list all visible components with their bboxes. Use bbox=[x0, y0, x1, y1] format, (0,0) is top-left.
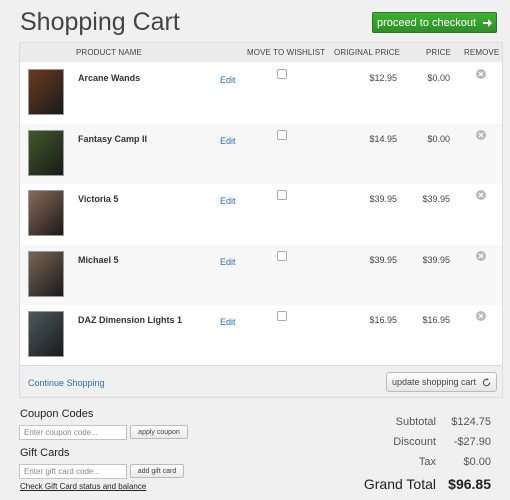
product-thumbnail[interactable] bbox=[28, 311, 64, 358]
move-to-wishlist-checkbox[interactable] bbox=[277, 190, 287, 201]
product-thumbnail[interactable] bbox=[28, 129, 64, 176]
add-gift-card-button[interactable]: add gift card bbox=[130, 464, 184, 478]
remove-icon[interactable] bbox=[476, 129, 486, 140]
move-to-wishlist-checkbox[interactable] bbox=[277, 311, 287, 322]
remove-icon[interactable] bbox=[476, 190, 486, 201]
header-price: PRICE bbox=[426, 48, 451, 57]
cart-table: PRODUCT NAME MOVE TO WISHLIST ORIGINAL P… bbox=[19, 42, 503, 398]
table-row: Victoria 5 Edit $39.95 $39.95 bbox=[20, 184, 502, 245]
tax-value: $0.00 bbox=[463, 456, 491, 468]
original-price: $39.95 bbox=[369, 194, 397, 205]
check-gift-card-link[interactable]: Check Gift Card status and balance bbox=[20, 482, 146, 491]
proceed-to-checkout-button[interactable]: proceed to checkout bbox=[372, 12, 497, 33]
product-name[interactable]: Michael 5 bbox=[78, 255, 119, 265]
product-name[interactable]: Victoria 5 bbox=[78, 194, 118, 204]
coupon-code-input[interactable]: Enter coupon code... bbox=[19, 425, 127, 440]
edit-link[interactable]: Edit bbox=[220, 136, 236, 146]
edit-link[interactable]: Edit bbox=[220, 317, 236, 327]
move-to-wishlist-checkbox[interactable] bbox=[277, 250, 287, 261]
remove-icon[interactable] bbox=[476, 311, 486, 322]
continue-shopping-link[interactable]: Continue Shopping bbox=[28, 378, 105, 388]
cart-footer: Continue Shopping update shopping cart bbox=[20, 365, 502, 397]
discount-label: Discount bbox=[393, 436, 436, 448]
table-header: PRODUCT NAME MOVE TO WISHLIST ORIGINAL P… bbox=[20, 43, 502, 62]
edit-link[interactable]: Edit bbox=[220, 75, 236, 85]
edit-link[interactable]: Edit bbox=[220, 257, 236, 267]
update-shopping-cart-button[interactable]: update shopping cart bbox=[386, 372, 497, 392]
subtotal-label: Subtotal bbox=[395, 416, 436, 428]
header-move-to-wishlist: MOVE TO WISHLIST bbox=[247, 48, 326, 57]
original-price: $12.95 bbox=[369, 73, 397, 83]
product-thumbnail[interactable] bbox=[28, 69, 64, 115]
subtotal-value: $124.75 bbox=[451, 416, 491, 428]
table-row: Fantasy Camp II Edit $14.95 $0.00 bbox=[20, 123, 502, 184]
move-to-wishlist-checkbox[interactable] bbox=[277, 129, 287, 140]
grand-total-label: Grand Total bbox=[363, 476, 436, 492]
price: $0.00 bbox=[427, 73, 450, 83]
price: $39.95 bbox=[422, 194, 450, 205]
refresh-icon bbox=[482, 377, 491, 386]
original-price: $14.95 bbox=[369, 133, 397, 144]
table-row: Michael 5 Edit $39.95 $39.95 bbox=[20, 244, 502, 305]
edit-link[interactable]: Edit bbox=[220, 196, 236, 206]
update-label: update shopping cart bbox=[391, 377, 477, 387]
table-row: Arcane Wands Edit $12.95 $0.00 bbox=[20, 63, 502, 123]
header-original-price: ORIGINAL PRICE bbox=[334, 48, 401, 57]
original-price: $39.95 bbox=[369, 254, 397, 265]
arrow-right-icon bbox=[483, 18, 493, 27]
product-thumbnail[interactable] bbox=[28, 250, 64, 297]
remove-icon[interactable] bbox=[476, 250, 486, 261]
gift-card-input[interactable]: Enter gift card code... bbox=[19, 464, 127, 479]
discount-value: -$27.90 bbox=[453, 436, 491, 448]
coupon-codes-label: Coupon Codes bbox=[20, 408, 94, 420]
checkout-label: proceed to checkout bbox=[376, 16, 477, 29]
original-price: $16.95 bbox=[369, 315, 397, 326]
page-title: Shopping Cart bbox=[20, 8, 180, 36]
product-name[interactable]: DAZ Dimension Lights 1 bbox=[78, 315, 182, 325]
grand-total-value: $96.85 bbox=[448, 476, 491, 492]
product-thumbnail[interactable] bbox=[28, 190, 64, 237]
header-remove: REMOVE bbox=[464, 48, 500, 57]
tax-label: Tax bbox=[418, 456, 436, 468]
price: $0.00 bbox=[427, 133, 450, 144]
apply-coupon-button[interactable]: apply coupon bbox=[130, 425, 188, 439]
price: $39.95 bbox=[422, 254, 450, 265]
remove-icon[interactable] bbox=[476, 69, 486, 79]
gift-cards-label: Gift Cards bbox=[20, 447, 70, 459]
product-name[interactable]: Arcane Wands bbox=[78, 73, 140, 83]
move-to-wishlist-checkbox[interactable] bbox=[277, 69, 287, 79]
product-name[interactable]: Fantasy Camp II bbox=[78, 134, 147, 144]
price: $16.95 bbox=[422, 315, 450, 326]
table-row: DAZ Dimension Lights 1 Edit $16.95 $16.9… bbox=[20, 305, 502, 366]
header-product-name: PRODUCT NAME bbox=[76, 48, 142, 57]
